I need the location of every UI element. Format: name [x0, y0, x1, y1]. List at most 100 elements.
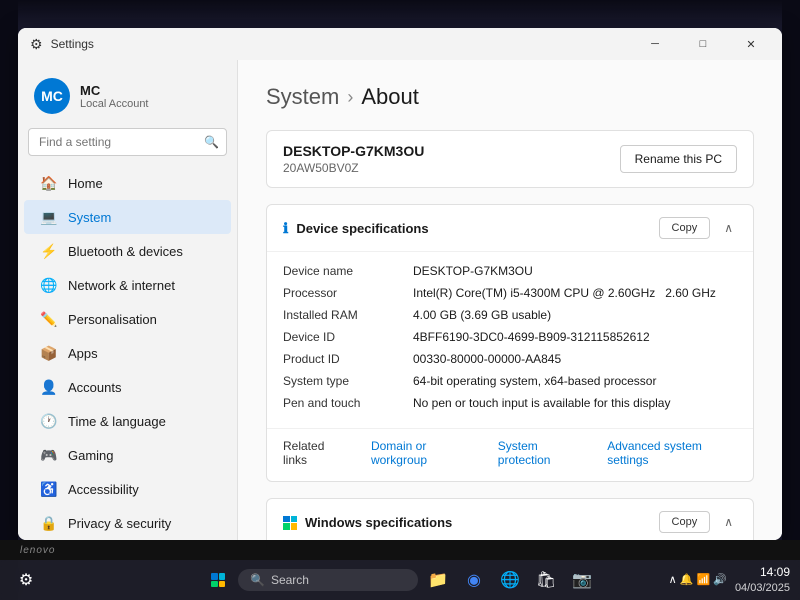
windows-specs-header: Windows specifications Copy ∧: [267, 499, 753, 540]
sidebar-item-bluetooth[interactable]: ⚡ Bluetooth & devices: [24, 234, 231, 268]
device-specs-header-right: Copy ∧: [659, 217, 737, 239]
related-link-advanced[interactable]: Advanced system settings: [607, 439, 737, 467]
spec-row-ram: Installed RAM 4.00 GB (3.69 GB usable): [283, 304, 737, 326]
spec-value-device-id: 4BFF6190-3DC0-4699-B909-312115852612: [413, 330, 737, 344]
taskbar: ⚙ 🔍 Search 📁 ◉ 🌐 🛍 📷 ∧ 🔔 📶 🔊 14:09 04/03…: [0, 560, 800, 600]
clock: 14:09 04/03/2025: [735, 565, 790, 595]
spec-value-ram: 4.00 GB (3.69 GB usable): [413, 308, 737, 322]
device-model: 20AW50BV0Z: [283, 161, 424, 175]
taskbar-search-label: Search: [271, 573, 309, 587]
search-icon: 🔍: [204, 135, 219, 149]
spec-label-ram: Installed RAM: [283, 308, 413, 322]
taskbar-file-explorer[interactable]: 📁: [422, 564, 454, 596]
breadcrumb-separator: ›: [347, 87, 353, 108]
sidebar-item-apps-label: Apps: [68, 346, 98, 361]
sidebar-item-privacy-label: Privacy & security: [68, 516, 171, 531]
windows-specs-copy-button[interactable]: Copy: [659, 511, 711, 533]
titlebar: ⚙ Settings ─ □ ✕: [18, 28, 782, 60]
accounts-icon: 👤: [40, 378, 58, 396]
rename-pc-button[interactable]: Rename this PC: [620, 145, 737, 173]
sidebar-item-time[interactable]: 🕐 Time & language: [24, 404, 231, 438]
taskbar-camera[interactable]: 📷: [566, 564, 598, 596]
lenovo-brand: lenovo: [20, 545, 55, 556]
spec-row-system-type: System type 64-bit operating system, x64…: [283, 370, 737, 392]
sidebar-item-accessibility-label: Accessibility: [68, 482, 139, 497]
spec-row-product-id: Product ID 00330-80000-00000-AA845: [283, 348, 737, 370]
spec-value-pen-touch: No pen or touch input is available for t…: [413, 396, 737, 410]
device-specs-table: Device name DESKTOP-G7KM3OU Processor In…: [267, 252, 753, 428]
spec-label-device-id: Device ID: [283, 330, 413, 344]
sidebar-item-network-label: Network & internet: [68, 278, 175, 293]
close-button[interactable]: ✕: [728, 28, 774, 60]
related-link-domain[interactable]: Domain or workgroup: [371, 439, 478, 467]
time-icon: 🕐: [40, 412, 58, 430]
sidebar-item-network[interactable]: 🌐 Network & internet: [24, 268, 231, 302]
spec-label-device-name: Device name: [283, 264, 413, 278]
system-icon: 💻: [40, 208, 58, 226]
spec-row-device-id: Device ID 4BFF6190-3DC0-4699-B909-312115…: [283, 326, 737, 348]
taskbar-start-button[interactable]: [202, 564, 234, 596]
taskbar-store[interactable]: 🛍: [530, 564, 562, 596]
spec-row-pen-touch: Pen and touch No pen or touch input is a…: [283, 392, 737, 414]
titlebar-left: ⚙ Settings: [30, 36, 94, 53]
spec-row-processor: Processor Intel(R) Core(TM) i5-4300M CPU…: [283, 282, 737, 304]
main-content: System › About DESKTOP-G7KM3OU 20AW50BV0…: [238, 60, 782, 540]
spec-value-product-id: 00330-80000-00000-AA845: [413, 352, 737, 366]
spec-label-product-id: Product ID: [283, 352, 413, 366]
info-icon: ℹ: [283, 220, 288, 237]
device-specs-collapse-button[interactable]: ∧: [720, 219, 737, 237]
sidebar-item-bluetooth-label: Bluetooth & devices: [68, 244, 183, 259]
related-links: Related links Domain or workgroup System…: [267, 428, 753, 481]
avatar: MC: [34, 78, 70, 114]
breadcrumb-parent: System: [266, 84, 339, 110]
sidebar-item-gaming-label: Gaming: [68, 448, 114, 463]
sidebar-item-accessibility[interactable]: ♿ Accessibility: [24, 472, 231, 506]
settings-icon: ⚙: [30, 36, 43, 53]
user-name: MC: [80, 83, 149, 98]
laptop-body-bar: lenovo: [0, 540, 800, 560]
sidebar-item-privacy[interactable]: 🔒 Privacy & security: [24, 506, 231, 540]
device-specs-copy-button[interactable]: Copy: [659, 217, 711, 239]
sidebar-item-system[interactable]: 💻 System: [24, 200, 231, 234]
sidebar-item-gaming[interactable]: 🎮 Gaming: [24, 438, 231, 472]
windows-specs-header-right: Copy ∧: [659, 511, 737, 533]
window-title: Settings: [51, 37, 94, 51]
sidebar-item-apps[interactable]: 📦 Apps: [24, 336, 231, 370]
minimize-button[interactable]: ─: [632, 28, 678, 60]
taskbar-center: 🔍 Search 📁 ◉ 🌐 🛍 📷: [202, 564, 598, 596]
clock-time: 14:09: [735, 565, 790, 581]
device-info: DESKTOP-G7KM3OU 20AW50BV0Z: [283, 143, 424, 175]
sidebar-item-accounts[interactable]: 👤 Accounts: [24, 370, 231, 404]
search-input[interactable]: [28, 128, 227, 156]
sidebar-item-personalisation[interactable]: ✏️ Personalisation: [24, 302, 231, 336]
taskbar-edge[interactable]: 🌐: [494, 564, 526, 596]
windows-specs-card: Windows specifications Copy ∧ Edition Wi…: [266, 498, 754, 540]
taskbar-settings-icon[interactable]: ⚙: [10, 564, 42, 596]
maximize-button[interactable]: □: [680, 28, 726, 60]
network-icon: 🌐: [40, 276, 58, 294]
taskbar-chrome[interactable]: ◉: [458, 564, 490, 596]
spec-value-processor: Intel(R) Core(TM) i5-4300M CPU @ 2.60GHz…: [413, 286, 737, 300]
privacy-icon: 🔒: [40, 514, 58, 532]
sidebar-item-home-label: Home: [68, 176, 103, 191]
clock-date: 04/03/2025: [735, 581, 790, 595]
device-specs-card: ℹ Device specifications Copy ∧ Device na…: [266, 204, 754, 482]
page-header: System › About: [266, 84, 754, 110]
related-link-protection[interactable]: System protection: [498, 439, 587, 467]
windows-logo-icon: [283, 514, 297, 530]
content-area: MC MC Local Account 🔍 🏠 Home 💻 System: [18, 60, 782, 540]
windows-specs-collapse-button[interactable]: ∧: [720, 513, 737, 531]
device-specs-title: ℹ Device specifications: [283, 220, 429, 237]
sidebar-item-time-label: Time & language: [68, 414, 166, 429]
taskbar-search-box[interactable]: 🔍 Search: [238, 569, 418, 591]
sidebar-item-system-label: System: [68, 210, 111, 225]
sidebar-item-home[interactable]: 🏠 Home: [24, 166, 231, 200]
device-hostname: DESKTOP-G7KM3OU: [283, 143, 424, 159]
taskbar-search-icon: 🔍: [250, 573, 265, 587]
device-specs-header: ℹ Device specifications Copy ∧: [267, 205, 753, 252]
home-icon: 🏠: [40, 174, 58, 192]
spec-row-device-name: Device name DESKTOP-G7KM3OU: [283, 260, 737, 282]
user-section: MC MC Local Account: [18, 68, 237, 128]
breadcrumb-current: About: [361, 84, 419, 110]
search-box[interactable]: 🔍: [28, 128, 227, 156]
